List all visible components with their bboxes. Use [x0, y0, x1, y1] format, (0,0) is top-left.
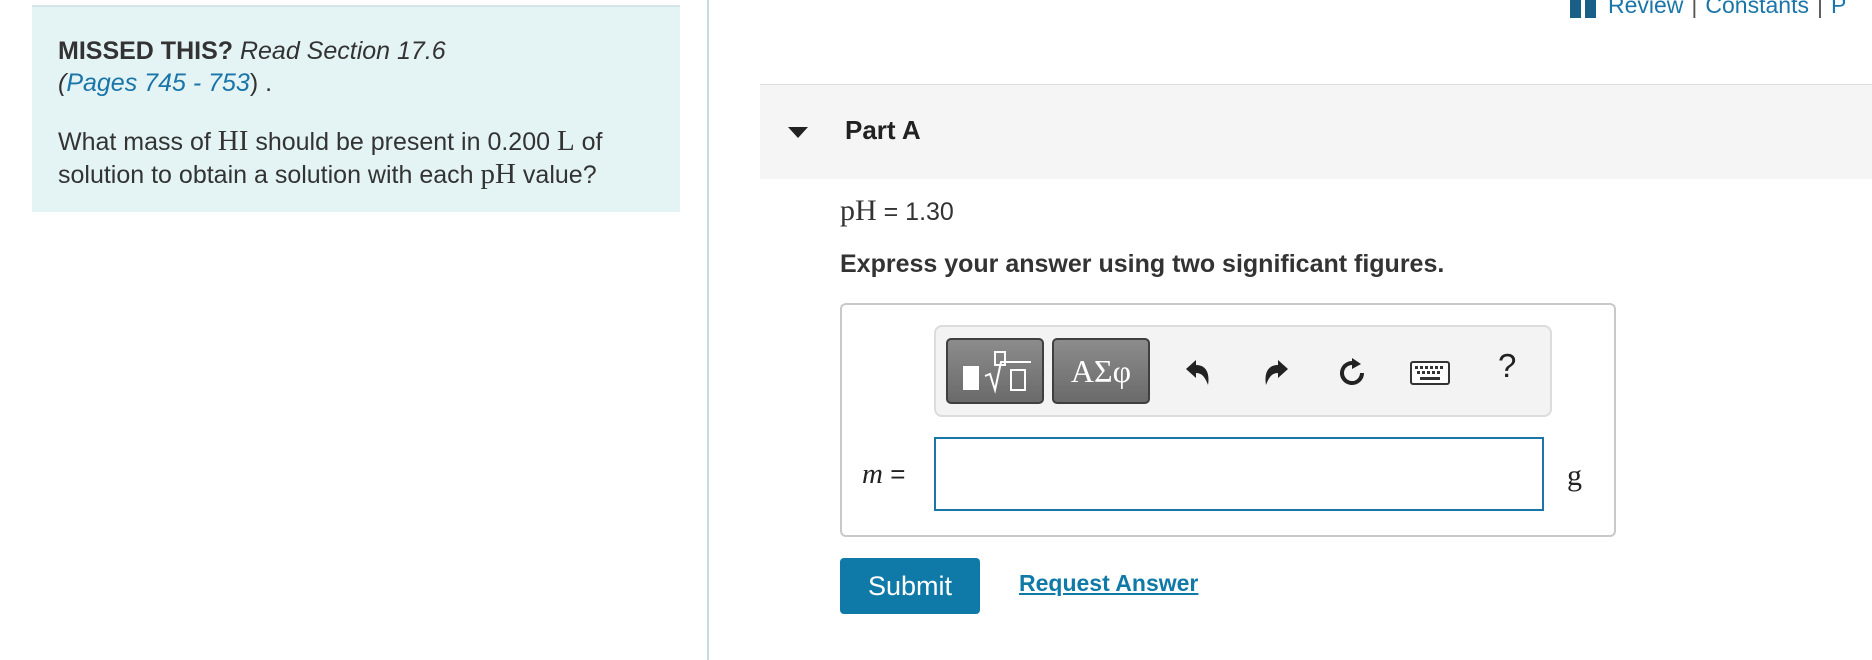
question-part2: should be present in 0.200 [255, 128, 551, 156]
help-button[interactable]: ? [1498, 347, 1516, 385]
pages-close: ) . [249, 69, 273, 97]
redo-icon[interactable] [1256, 353, 1296, 393]
question-part4: value? [522, 161, 597, 189]
greek-symbols-button[interactable]: ΑΣφ [1052, 338, 1150, 404]
unit-label: g [1567, 459, 1582, 492]
book-icon [1570, 0, 1596, 18]
reset-icon[interactable] [1332, 353, 1372, 393]
answer-input[interactable] [934, 437, 1544, 511]
missed-label: MISSED THIS? [58, 37, 234, 65]
link-separator: | [1691, 0, 1698, 18]
question-unit: L [556, 125, 575, 157]
intro-panel: MISSED THIS? Read Section 17.6 (Pages 74… [32, 5, 680, 212]
undo-icon[interactable] [1178, 353, 1218, 393]
review-link[interactable]: Review [1608, 0, 1683, 19]
read-section-text: Read Section 17.6 [239, 37, 446, 65]
pages-link[interactable]: Pages 745 - 753 [66, 69, 249, 97]
vertical-divider [707, 0, 709, 660]
ph-condition: pH = 1.30 [840, 194, 954, 228]
part-header[interactable]: Part A [760, 84, 1872, 179]
cutoff-link[interactable]: P [1831, 0, 1846, 19]
equals-sign: = [890, 459, 906, 489]
variable-symbol: m [862, 458, 883, 490]
question-part1: What mass of [58, 128, 211, 156]
submit-button[interactable]: Submit [840, 558, 980, 614]
question-species: HI [217, 125, 249, 157]
collapse-caret-icon[interactable] [788, 127, 808, 138]
keyboard-icon[interactable] [1410, 353, 1450, 393]
math-toolbar: ΑΣφ ? [934, 325, 1552, 417]
answer-box: ΑΣφ ? m = g [840, 303, 1616, 537]
part-title: Part A [845, 115, 921, 145]
ph-value: = 1.30 [883, 198, 954, 226]
link-separator-2: | [1816, 0, 1823, 18]
templates-icon [963, 351, 1031, 394]
question-text: What mass of HI should be present in 0.2… [58, 125, 654, 191]
answer-instruction: Express your answer using two significan… [840, 250, 1445, 278]
templates-button[interactable] [946, 338, 1044, 404]
question-ph: pH [480, 158, 516, 190]
ph-symbol: pH [840, 194, 877, 227]
top-links: Review | Constants | P [1570, 0, 1846, 19]
variable-label: m = [862, 458, 905, 491]
missed-this-line: MISSED THIS? Read Section 17.6 (Pages 74… [58, 35, 654, 99]
request-answer-link[interactable]: Request Answer [1019, 570, 1198, 597]
constants-link[interactable]: Constants [1705, 0, 1809, 19]
